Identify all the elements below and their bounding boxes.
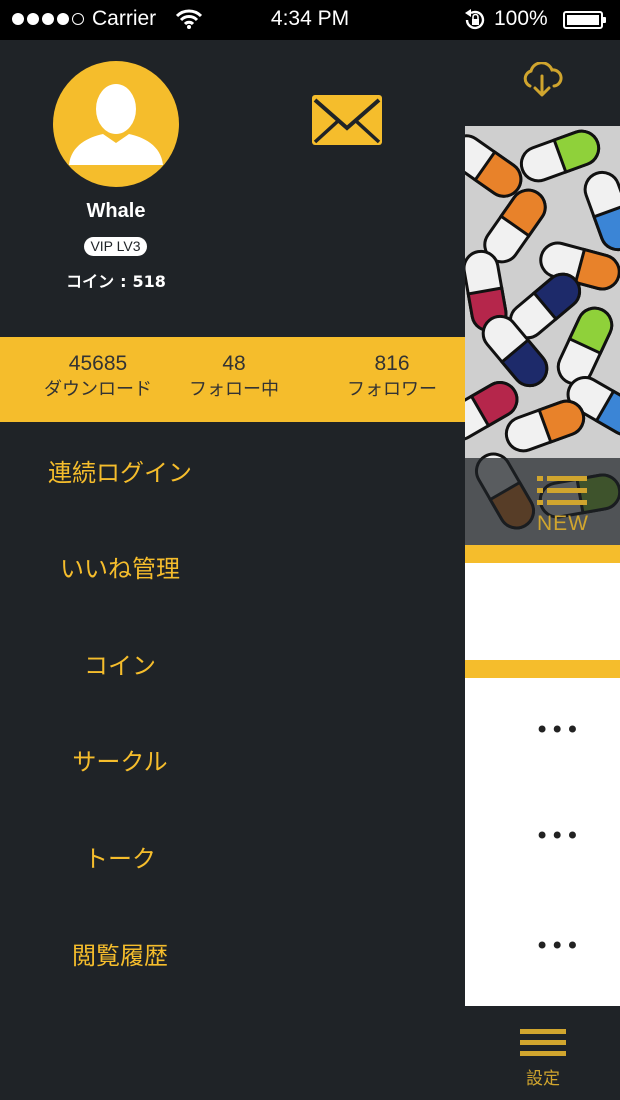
bottom-bar: 設定 [465, 1006, 620, 1100]
status-bar: Carrier 4:34 PM 100% [0, 0, 620, 40]
menu-item-likes[interactable]: いいね管理 [0, 549, 240, 589]
menu-item-talk[interactable]: トーク [0, 839, 240, 879]
accent-stripe [465, 660, 620, 678]
settings-label[interactable]: 設定 [521, 1064, 565, 1089]
stats-bar: 45685 ダウンロード 48 フォロー中 816 フォロワー [0, 337, 465, 422]
vip-badge: VIP LV3 [84, 237, 147, 256]
hamburger-menu-icon[interactable] [520, 1029, 566, 1057]
menu-item-coins[interactable]: コイン [0, 646, 240, 686]
menu-item-consecutive-login[interactable]: 連続ログイン [0, 453, 240, 493]
menu-item-circle[interactable]: サークル [0, 742, 240, 782]
stat-following[interactable]: 48 フォロー中 [178, 351, 290, 403]
battery-percentage: 100% [494, 7, 548, 30]
username: Whale [86, 200, 146, 222]
stat-value: 816 [374, 352, 410, 375]
stat-label: ダウンロード [44, 379, 152, 400]
stat-label: フォロワー [347, 379, 437, 400]
side-drawer: Whale VIP LV3 コイン:518 45685 ダウンロード 48 フォ… [0, 40, 465, 1100]
coin-separator: : [120, 272, 127, 291]
list-icon[interactable] [537, 474, 587, 508]
more-icon[interactable]: ••• [535, 934, 579, 958]
stat-value: 45685 [68, 352, 128, 375]
user-silhouette-icon [69, 84, 163, 165]
envelope-icon[interactable] [312, 95, 382, 145]
battery-icon [563, 11, 606, 29]
new-label: NEW [537, 512, 589, 535]
stat-value: 48 [222, 352, 246, 375]
top-bar [465, 40, 620, 126]
stat-downloads[interactable]: 45685 ダウンロード [34, 351, 162, 403]
stat-followers[interactable]: 816 フォロワー [336, 351, 448, 403]
main-content-panel: NEW ••• ••• ••• 設定 [465, 40, 620, 1100]
rotation-lock-icon [465, 9, 485, 30]
avatar[interactable] [53, 61, 179, 187]
coin-balance: コイン:518 [0, 268, 232, 292]
accent-stripe [465, 545, 620, 563]
cloud-download-icon[interactable] [520, 62, 564, 98]
menu-item-history[interactable]: 閲覧履歴 [0, 936, 240, 976]
stat-label: フォロー中 [189, 379, 279, 400]
more-icon[interactable]: ••• [535, 824, 579, 848]
coin-label: コイン [66, 272, 115, 291]
coin-value: 518 [132, 272, 166, 291]
more-icon[interactable]: ••• [535, 718, 579, 742]
